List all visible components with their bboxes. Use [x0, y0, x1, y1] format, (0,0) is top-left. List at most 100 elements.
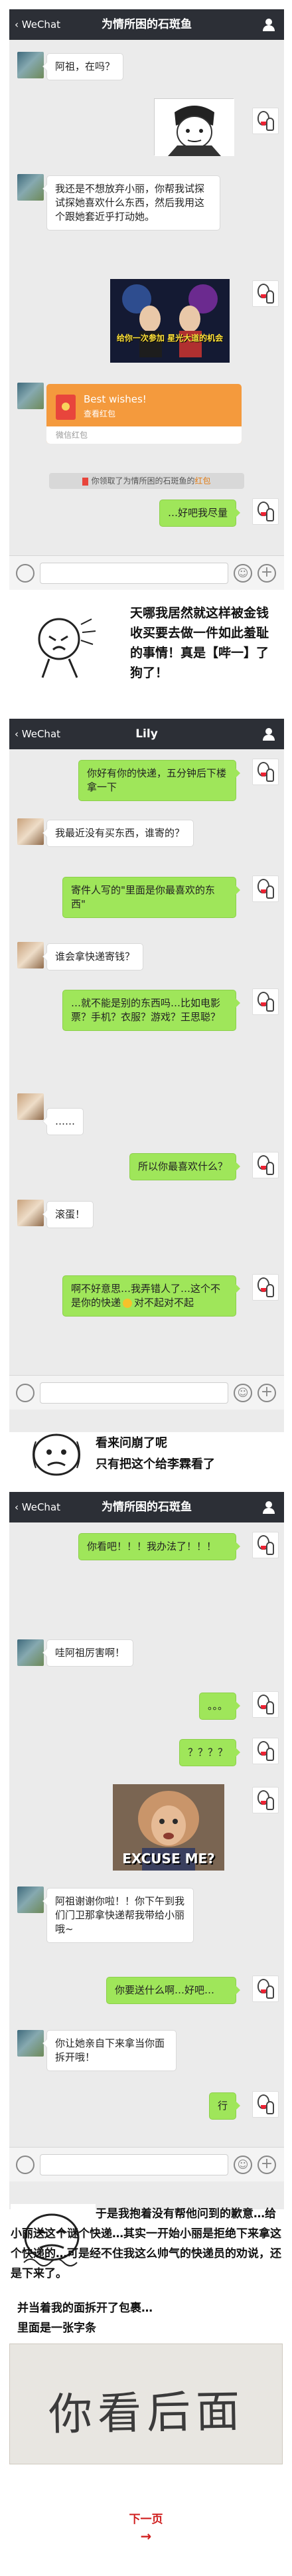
- emoji-icon[interactable]: ☺: [234, 2156, 252, 2174]
- redpacket-view: 查看红包: [84, 409, 116, 418]
- smile-emoji-icon: [123, 1298, 133, 1308]
- avatar[interactable]: [252, 1738, 279, 1764]
- message-bubble-right: ？？？？: [179, 1739, 241, 1766]
- avatar[interactable]: [17, 818, 44, 845]
- message-bubble-right: …就不能是别的东西吗…比如电影票？手机？衣服？游戏？王思聪？: [62, 990, 240, 1031]
- avatar[interactable]: [252, 759, 279, 785]
- narration-4-line-2: 里面是一张字条: [17, 2322, 96, 2335]
- avatar[interactable]: [252, 1691, 279, 1718]
- excuse-me-text: EXCUSE ME?: [122, 1851, 215, 1867]
- person-icon[interactable]: [261, 1500, 276, 1515]
- redpacket-mini-icon: [82, 477, 89, 486]
- chat-title: Lily: [135, 727, 158, 741]
- crying-stickman-image: [38, 618, 96, 678]
- note-paper-image: 你看后面: [9, 2344, 283, 2464]
- system-tip: 你领取了为情所困的石斑鱼的红包: [49, 473, 244, 489]
- message-text: 对不起对不起: [134, 1297, 194, 1309]
- tv-show-image: [110, 279, 230, 363]
- person-icon[interactable]: [261, 17, 276, 32]
- input-bar-3: ☺ +: [9, 2147, 284, 2181]
- narration-2-line-1: 看来问崩了呢: [96, 1436, 167, 1450]
- voice-icon[interactable]: [16, 2156, 35, 2174]
- message-bubble-left: 阿祖谢谢你啦！！你下午到我们门卫那拿快递帮我带给小丽哦~: [42, 1888, 194, 1943]
- voice-icon[interactable]: [16, 564, 35, 583]
- avatar[interactable]: [17, 383, 44, 409]
- next-page-link[interactable]: 下一页: [0, 2510, 292, 2526]
- avatar[interactable]: [17, 1886, 44, 1913]
- excuse-me-meme-image: EXCUSE ME?: [113, 1784, 224, 1871]
- meme-sticker-image: [154, 98, 234, 156]
- message-bubble-left: 滚蛋！: [42, 1201, 94, 1228]
- message-bubble-left: 我还是不想放弃小丽，你帮我试探试探她喜欢什么东西，然后我用这个跟她套近乎打动她。: [42, 175, 220, 230]
- avatar[interactable]: [252, 1532, 279, 1558]
- plus-icon[interactable]: +: [257, 1384, 276, 1402]
- nav-bar-3: ‹ WeChat 为情所困的石斑鱼: [9, 1492, 284, 1522]
- avatar[interactable]: [17, 942, 44, 968]
- avatar[interactable]: [252, 1152, 279, 1178]
- message-input[interactable]: [40, 2154, 228, 2175]
- avatar[interactable]: [17, 1200, 44, 1226]
- message-bubble-left: 阿祖，在吗？: [42, 53, 124, 80]
- emoji-icon[interactable]: ☺: [234, 1384, 252, 1402]
- message-bubble-right: 行: [208, 2092, 241, 2120]
- avatar[interactable]: [17, 2030, 44, 2057]
- message-bubble-right: …好吧我尽量: [159, 500, 241, 527]
- sad-face-doodle-image: [33, 1433, 80, 1476]
- message-bubble-right: 。。。: [198, 1693, 241, 1720]
- message-bubble-right: 你要送什么啊…好吧…: [106, 1977, 240, 2004]
- narration-4-line-1: 并当着我的面拆开了包裹…: [17, 2302, 153, 2315]
- narration-1: 天哪我居然就这样被金钱收买要去做一件如此羞耻的事情！真是【哔一】了狗了！: [130, 606, 269, 680]
- input-bar-2: ☺ +: [9, 1375, 284, 1410]
- avatar[interactable]: [252, 988, 279, 1015]
- message-input[interactable]: [40, 563, 228, 584]
- message-bubble-right: 你好有你的快递，五分钟后下楼拿一下: [78, 760, 240, 801]
- narration-3: 于是我抱着没有帮他问到的歉意…给小丽送这个谜个快递…其实一开始小丽是拒绝下来拿这…: [11, 2207, 281, 2280]
- video-caption: 给你一次参加 星光大道的机会: [116, 333, 224, 343]
- message-bubble-left: 哇阿祖厉害啊！: [42, 1639, 134, 1667]
- next-page-arrow[interactable]: →: [0, 2528, 292, 2544]
- system-tip-suffix: 的: [186, 476, 195, 486]
- video-image: 给你一次参加 星光大道的机会: [110, 279, 230, 363]
- system-tip-name: 为情所困的石斑鱼: [123, 476, 187, 486]
- avatar[interactable]: [17, 1639, 44, 1666]
- system-tip-prefix: 你领取了: [91, 476, 123, 486]
- message-input[interactable]: [40, 1382, 228, 1404]
- avatar[interactable]: [252, 108, 279, 134]
- person-icon[interactable]: [261, 727, 276, 741]
- nav-bar-1: ‹ WeChat 为情所困的石斑鱼: [9, 9, 284, 40]
- message-bubble-right: 所以你最喜欢什么？: [129, 1153, 241, 1180]
- message-bubble-left: 你让她亲自下来拿当你面拆开哦！: [42, 2030, 177, 2071]
- redpacket-link[interactable]: 红包: [195, 476, 211, 486]
- avatar[interactable]: [252, 498, 279, 525]
- narration-2-line-2: 只有把这个给李霖看了: [96, 1457, 215, 1471]
- plus-icon[interactable]: +: [257, 564, 276, 583]
- avatar[interactable]: [17, 1093, 44, 1120]
- message-bubble-left: 我最近没有买东西，谁寄的？: [42, 820, 194, 847]
- message-bubble-right: 寄件人写的"里面是你最喜欢的东西": [62, 877, 240, 918]
- plus-icon[interactable]: +: [257, 2156, 276, 2174]
- emoji-icon[interactable]: ☺: [234, 564, 252, 583]
- avatar[interactable]: [17, 174, 44, 201]
- avatar[interactable]: [252, 1787, 279, 1813]
- voice-icon[interactable]: [16, 1384, 35, 1402]
- message-bubble-left: 谁会拿快递寄钱？: [42, 943, 144, 970]
- red-envelope-icon: [56, 395, 76, 420]
- avatar[interactable]: [17, 52, 44, 78]
- message-bubble-right: 你看吧！！！我办法了！！！: [78, 1533, 240, 1560]
- avatar[interactable]: [252, 1274, 279, 1301]
- avatar[interactable]: [252, 875, 279, 902]
- message-bubble-left: ……: [42, 1108, 84, 1135]
- note-handwriting: 你看后面: [48, 2385, 246, 2440]
- avatar[interactable]: [252, 2091, 279, 2118]
- red-packet-card[interactable]: Best wishes! 查看红包 微信红包: [46, 384, 242, 444]
- message-bubble-right: 啊不好意思…我弄错人了…这个不是你的快递 对不起对不起: [62, 1275, 240, 1317]
- input-bar-1: ☺ +: [9, 555, 284, 590]
- redpacket-footer: 微信红包: [46, 426, 242, 444]
- chat-title: 为情所困的石斑鱼: [102, 18, 192, 31]
- chat-title: 为情所困的石斑鱼: [102, 1501, 192, 1514]
- avatar[interactable]: [252, 280, 279, 307]
- manga-character-image: [155, 99, 234, 156]
- redpacket-wishes: Best wishes!: [84, 393, 147, 405]
- nav-bar-2: ‹ WeChat Lily: [9, 719, 284, 749]
- avatar[interactable]: [252, 1976, 279, 2002]
